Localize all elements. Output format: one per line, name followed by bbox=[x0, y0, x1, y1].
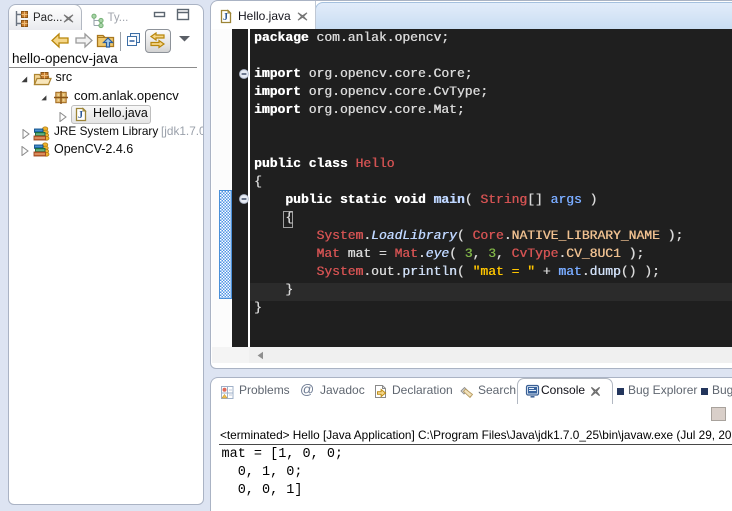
svg-text:J: J bbox=[78, 110, 83, 121]
svg-text:J: J bbox=[223, 12, 228, 23]
